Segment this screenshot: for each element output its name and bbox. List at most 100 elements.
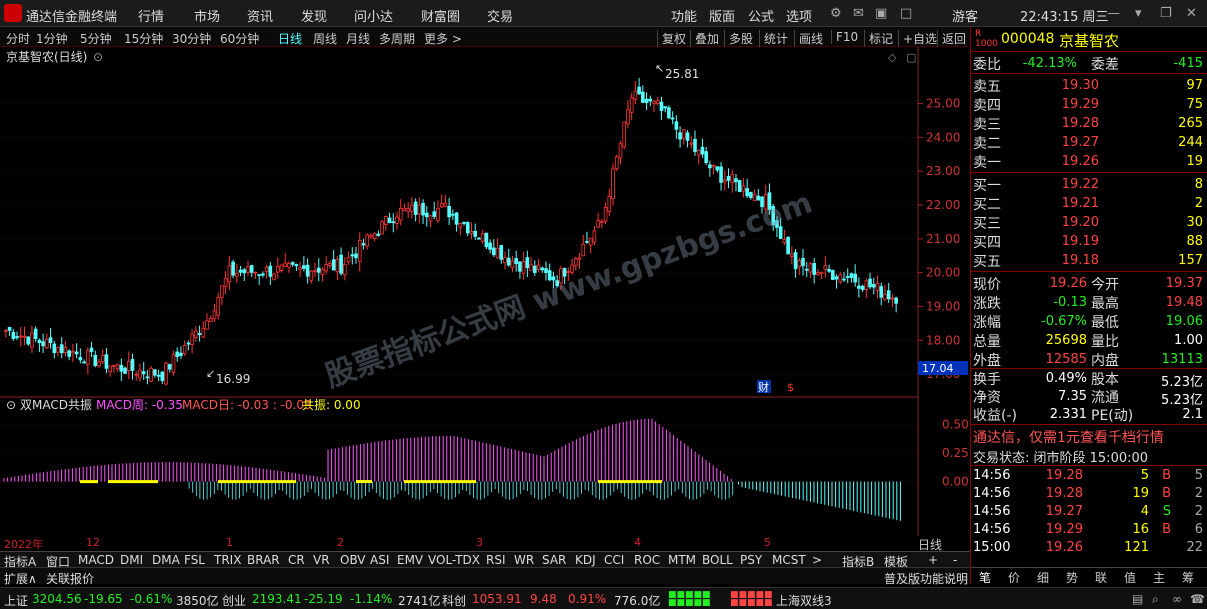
tab-vr[interactable]: VR	[313, 553, 330, 567]
tab-wr[interactable]: WR	[514, 553, 534, 567]
indicator-options-icon[interactable]: ⊙	[6, 398, 16, 412]
menu-banmian[interactable]: 版面	[709, 6, 735, 25]
period-multi[interactable]: 多周期	[379, 30, 415, 47]
btn-fuquan[interactable]: 复权	[657, 30, 686, 47]
diamond-icon[interactable]: ◇	[888, 51, 897, 64]
tab-trix[interactable]: TRIX	[214, 553, 241, 567]
tab-psy[interactable]: PSY	[740, 553, 762, 567]
period-weekly[interactable]: 周线	[313, 30, 337, 47]
period-30min[interactable]: 30分钟	[172, 30, 211, 47]
restore-window-icon[interactable]: ❐	[1160, 6, 1172, 21]
ask-price[interactable]: 19.29	[1031, 97, 1099, 112]
menu-zixun[interactable]: 资讯	[247, 6, 273, 25]
btn-biaoji[interactable]: 标记	[864, 30, 893, 47]
ask-price[interactable]: 19.27	[1031, 135, 1099, 150]
btn-duogu[interactable]: 多股	[724, 30, 753, 47]
ask-price[interactable]: 19.26	[1031, 154, 1099, 169]
close-icon[interactable]: ✕	[1186, 6, 1197, 21]
related-quotes-button[interactable]: 关联报价	[46, 570, 94, 587]
tab-macd[interactable]: MACD	[78, 553, 114, 567]
menu-caifuquan[interactable]: 财富圈	[421, 6, 460, 25]
edition-help-link[interactable]: 普及版功能说明	[884, 570, 968, 587]
btn-diejia[interactable]: 叠加	[690, 30, 719, 47]
tab-remove[interactable]: -	[953, 553, 957, 567]
window-icon[interactable]: □	[900, 6, 912, 21]
tab-rsi[interactable]: RSI	[486, 553, 506, 567]
btn-f10[interactable]: F10	[831, 30, 858, 44]
btn-tongji[interactable]: 统计	[759, 30, 788, 47]
ask-price[interactable]: 19.30	[1031, 78, 1099, 93]
period-60min[interactable]: 60分钟	[220, 30, 259, 47]
tab-roc[interactable]: ROC	[634, 553, 660, 567]
period-1min[interactable]: 1分钟	[36, 30, 68, 47]
detail-tab[interactable]: 价	[1008, 569, 1020, 586]
detail-tab[interactable]: 势	[1066, 569, 1078, 586]
minimize-window-icon[interactable]: —	[1107, 6, 1120, 21]
period-5min[interactable]: 5分钟	[80, 30, 112, 47]
tab-dmi[interactable]: DMI	[120, 553, 143, 567]
tab-cci[interactable]: CCI	[604, 553, 624, 567]
tab-dma[interactable]: DMA	[152, 553, 180, 567]
period-fenshi[interactable]: 分时	[6, 30, 30, 47]
user-guest[interactable]: 游客	[952, 6, 978, 25]
period-15min[interactable]: 15分钟	[124, 30, 163, 47]
bid-price[interactable]: 19.19	[1031, 234, 1099, 249]
detail-tab[interactable]: 值	[1124, 569, 1136, 586]
tab-boll[interactable]: BOLL	[702, 553, 733, 567]
tab-mcst[interactable]: MCST	[772, 553, 806, 567]
tab-cr[interactable]: CR	[288, 553, 305, 567]
tab-vol-tdx[interactable]: VOL-TDX	[428, 553, 480, 567]
menu-hangqing[interactable]: 行情	[138, 6, 164, 25]
search-icon[interactable]: ⌕	[1152, 592, 1159, 607]
tab-fsl[interactable]: FSL	[184, 553, 205, 567]
index-sh-name[interactable]: 上证	[4, 592, 28, 609]
gear-icon[interactable]: ⚙	[830, 6, 842, 21]
tab-brar[interactable]: BRAR	[247, 553, 280, 567]
kline-chart[interactable]: 25.00 24.00 23.00 22.00 21.00 20.00 19.00 18.00…	[0, 47, 970, 537]
layout-icon[interactable]: ▤	[1132, 592, 1143, 606]
tab-kdj[interactable]: KDJ	[575, 553, 596, 567]
menu-gongshi[interactable]: 公式	[748, 6, 774, 25]
period-more[interactable]: 更多 >	[424, 30, 462, 47]
index-cy-name[interactable]: 创业	[222, 592, 246, 609]
chart-expand-icon[interactable]: ▢	[906, 51, 916, 64]
tab-emv[interactable]: EMV	[397, 553, 423, 567]
bid-price[interactable]: 19.20	[1031, 215, 1099, 230]
detail-tab[interactable]: 筹	[1182, 569, 1194, 586]
menu-faxian[interactable]: 发现	[301, 6, 327, 25]
detail-tab[interactable]: 主	[1153, 569, 1165, 586]
detail-tab[interactable]: 笔	[979, 569, 991, 586]
bid-price[interactable]: 19.18	[1031, 253, 1099, 268]
index-kc-name[interactable]: 科创	[442, 592, 466, 609]
bid-price[interactable]: 19.22	[1031, 177, 1099, 192]
menu-dropdown-icon[interactable]: ▾	[1135, 6, 1142, 21]
dividend-badge[interactable]: $	[787, 381, 794, 394]
btn-huaxian[interactable]: 画线	[794, 30, 823, 47]
tab-sar[interactable]: SAR	[542, 553, 566, 567]
bid-price[interactable]: 19.21	[1031, 196, 1099, 211]
tab-mtm[interactable]: MTM	[668, 553, 696, 567]
menu-xuanxiang[interactable]: 选项	[786, 6, 812, 25]
detail-tab[interactable]: 细	[1037, 569, 1049, 586]
period-daily[interactable]: 日线	[278, 30, 302, 47]
expand-button[interactable]: 扩展∧	[4, 570, 37, 587]
detail-tab[interactable]: 联	[1095, 569, 1107, 586]
menu-jiaoyi[interactable]: 交易	[487, 6, 513, 25]
btn-fanhui[interactable]: 返回	[937, 30, 966, 47]
menu-wenxiaoda[interactable]: 问小达	[354, 6, 393, 25]
contact-icon[interactable]: ☎	[1190, 592, 1205, 606]
link-icon[interactable]: ∞	[1172, 592, 1182, 606]
tab-obv[interactable]: OBV	[340, 553, 366, 567]
tab-add[interactable]: +	[928, 553, 938, 567]
promo-link[interactable]: 通达信，仅需1元查看千档行情	[973, 427, 1164, 447]
mail-icon[interactable]: ✉	[853, 6, 864, 21]
menu-shichang[interactable]: 市场	[194, 6, 220, 25]
tab-asi[interactable]: ASI	[370, 553, 389, 567]
period-monthly[interactable]: 月线	[346, 30, 370, 47]
menu-gongneng[interactable]: 功能	[671, 6, 697, 25]
tab-scroll-right[interactable]: >	[812, 553, 822, 567]
chart-options-icon[interactable]: ⊙	[93, 50, 103, 64]
ask-price[interactable]: 19.28	[1031, 116, 1099, 131]
chat-icon[interactable]: ▣	[875, 6, 887, 21]
btn-zixuan[interactable]: +自选	[898, 30, 937, 47]
